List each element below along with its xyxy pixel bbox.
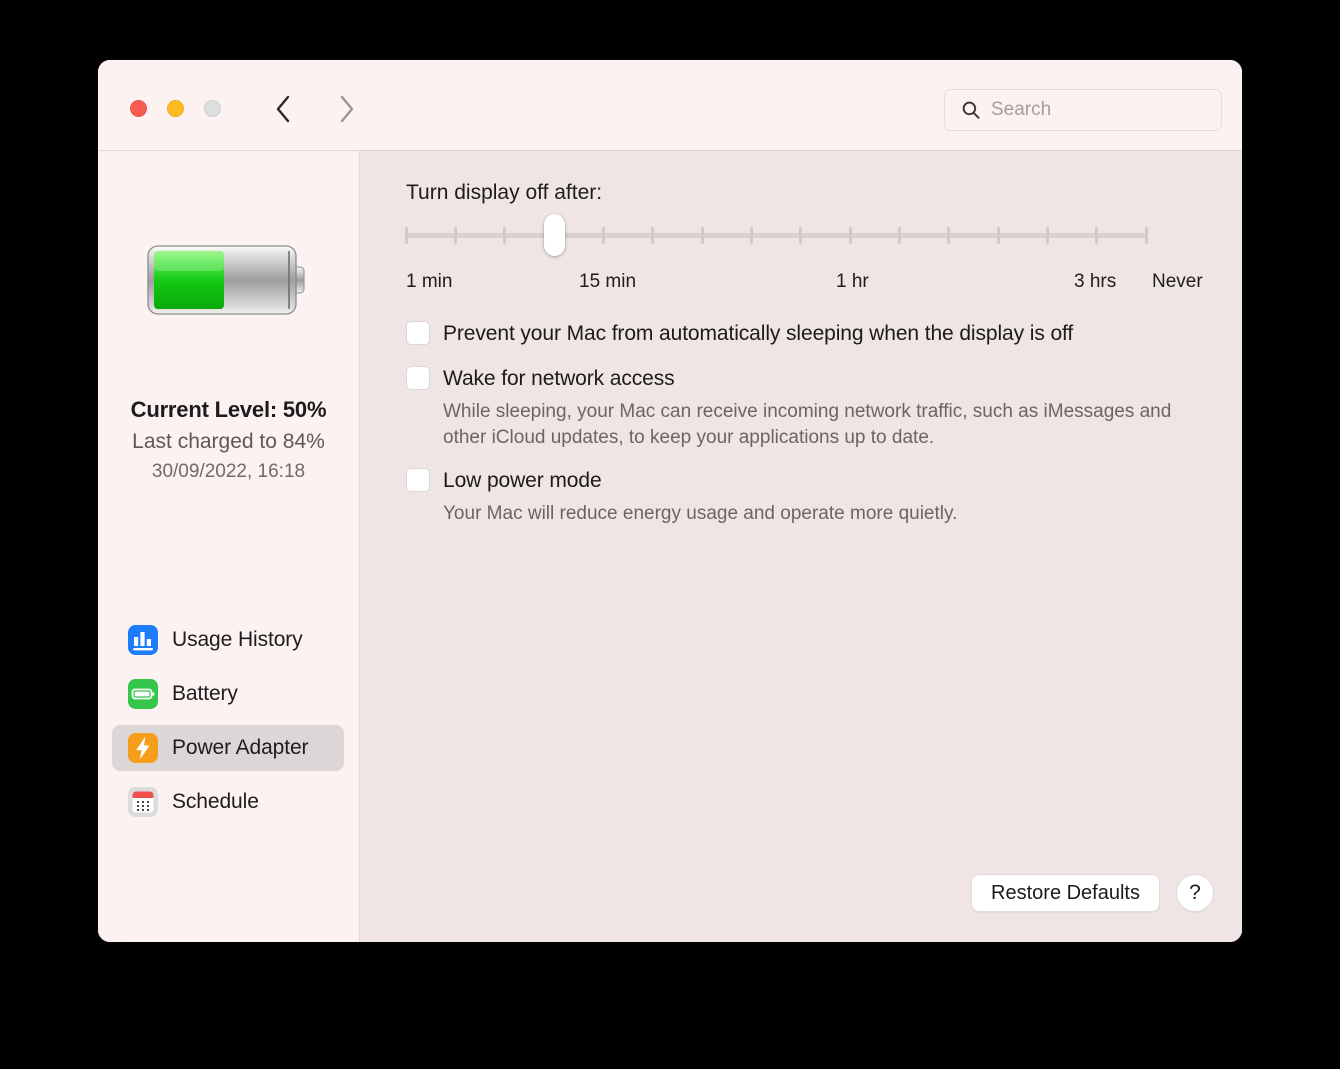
help-button[interactable]: ? <box>1176 874 1214 912</box>
window-body: Current Level: 50% Last charged to 84% 3… <box>98 151 1242 942</box>
option-label: Prevent your Mac from automatically slee… <box>443 321 1073 347</box>
option-label: Low power mode <box>443 468 602 494</box>
slider-label: 1 hr <box>836 271 869 293</box>
minimize-button[interactable] <box>167 100 184 117</box>
last-charged-date: 30/09/2022, 16:18 <box>98 461 359 483</box>
slider-tick <box>1145 227 1148 244</box>
slider-label: 1 min <box>406 271 452 293</box>
slider-tick <box>503 227 506 244</box>
current-level-label: Current Level: 50% <box>98 397 359 423</box>
chevron-right-icon <box>338 94 356 124</box>
low-power-mode-checkbox[interactable] <box>406 468 430 492</box>
sidebar-item-label: Power Adapter <box>172 736 308 760</box>
traffic-lights <box>130 100 221 117</box>
option-low-power-mode[interactable]: Low power mode <box>406 468 1186 494</box>
wake-network-description: While sleeping, your Mac can receive inc… <box>443 399 1203 451</box>
slider-tick <box>750 227 753 244</box>
slider-tick <box>602 227 605 244</box>
display-off-label: Turn display off after: <box>406 181 602 205</box>
sidebar-nav-list: Usage History Battery <box>112 617 344 833</box>
screen: Battery Search <box>0 0 1340 1069</box>
slider-tick <box>454 227 457 244</box>
search-placeholder: Search <box>991 99 1051 121</box>
slider-tick <box>898 227 901 244</box>
slider-track[interactable] <box>406 233 1146 238</box>
battery-half-icon <box>146 241 312 319</box>
slider-label: Never <box>1152 271 1203 293</box>
prevent-sleep-checkbox[interactable] <box>406 321 430 345</box>
battery-status-text: Current Level: 50% Last charged to 84% 3… <box>98 397 359 483</box>
option-wake-network[interactable]: Wake for network access <box>406 366 1186 392</box>
sidebar-item-label: Usage History <box>172 628 303 652</box>
battery-icon <box>127 678 159 710</box>
battery-preferences-window: Battery Search <box>98 60 1242 942</box>
back-button[interactable] <box>266 91 300 127</box>
slider-tick-labels: 1 min 15 min 1 hr 3 hrs Never <box>406 271 1206 297</box>
sidebar: Current Level: 50% Last charged to 84% 3… <box>98 151 360 942</box>
slider-tick <box>405 227 408 244</box>
close-button[interactable] <box>130 100 147 117</box>
search-icon <box>961 100 981 120</box>
slider-tick <box>651 227 654 244</box>
slider-tick <box>701 227 704 244</box>
slider-tick <box>1095 227 1098 244</box>
chevron-left-icon <box>274 94 292 124</box>
schedule-calendar-icon <box>127 786 159 818</box>
forward-button[interactable] <box>330 91 364 127</box>
content-pane: Turn display off after: 1 min 15 min 1 hr 3… <box>360 151 1242 942</box>
power-adapter-icon <box>127 732 159 764</box>
slider-tick <box>997 227 1000 244</box>
slider-tick <box>799 227 802 244</box>
sidebar-item-label: Schedule <box>172 790 259 814</box>
option-label: Wake for network access <box>443 366 675 392</box>
wake-network-checkbox[interactable] <box>406 366 430 390</box>
option-prevent-sleep[interactable]: Prevent your Mac from automatically slee… <box>406 321 1186 347</box>
sidebar-item-usage-history[interactable]: Usage History <box>112 617 344 663</box>
slider-label: 3 hrs <box>1074 271 1116 293</box>
low-power-mode-description: Your Mac will reduce energy usage and op… <box>443 501 1203 527</box>
sidebar-item-schedule[interactable]: Schedule <box>112 779 344 825</box>
window-titlebar: Battery Search <box>98 60 1242 151</box>
usage-history-icon <box>127 624 159 656</box>
slider-thumb[interactable] <box>544 214 565 256</box>
restore-defaults-button[interactable]: Restore Defaults <box>971 874 1160 912</box>
slider-tick <box>1046 227 1049 244</box>
sidebar-item-label: Battery <box>172 682 238 706</box>
sidebar-item-battery[interactable]: Battery <box>112 671 344 717</box>
zoom-button[interactable] <box>204 100 221 117</box>
display-sleep-slider[interactable] <box>406 219 1146 279</box>
slider-tick <box>849 227 852 244</box>
sidebar-item-power-adapter[interactable]: Power Adapter <box>112 725 344 771</box>
last-charged-label: Last charged to 84% <box>98 430 359 454</box>
search-field[interactable]: Search <box>944 89 1222 131</box>
slider-tick <box>947 227 950 244</box>
slider-label: 15 min <box>579 271 636 293</box>
